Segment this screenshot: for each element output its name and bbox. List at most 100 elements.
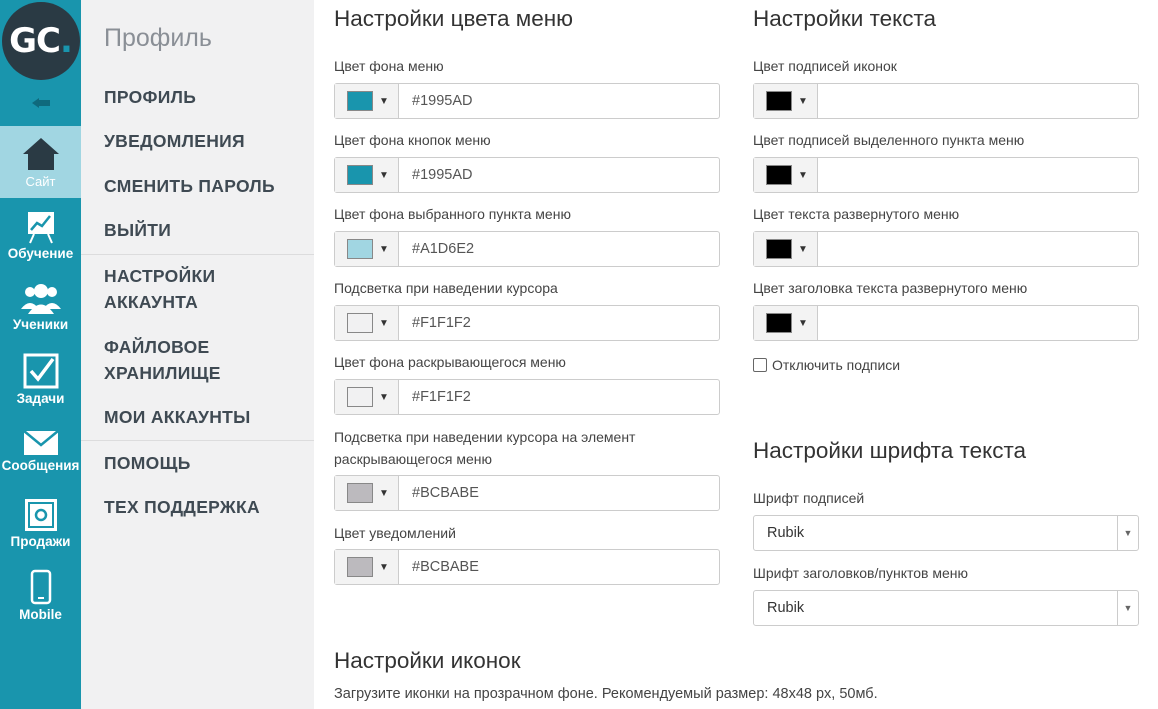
color-swatch-dropdown[interactable]: ▼	[335, 232, 399, 266]
caret-down-icon: ▼	[379, 169, 389, 181]
color-hex-input[interactable]	[818, 232, 1138, 266]
color-swatch	[766, 239, 792, 259]
caret-down-icon: ▼	[379, 391, 389, 403]
captions-font-select[interactable]: Rubik ▼	[753, 515, 1139, 551]
menu-title: Профиль	[104, 24, 212, 52]
caret-down-icon: ▼	[798, 243, 808, 255]
text-settings-title: Настройки текста	[753, 6, 937, 31]
hover-color-picker: ▼ #F1F1F2	[334, 305, 720, 341]
envelope-icon	[22, 429, 59, 455]
expanded-menu-heading-color-picker: ▼	[753, 305, 1139, 341]
selected-item-bg-color-picker: ▼ #A1D6E2	[334, 231, 720, 267]
profile-menu: Профиль ПРОФИЛЬ УВЕДОМЛЕНИЯ СМЕНИТЬ ПАРО…	[81, 0, 314, 709]
color-swatch-dropdown[interactable]: ▼	[335, 476, 399, 510]
color-swatch	[347, 91, 373, 111]
dropdown-bg-color-picker: ▼ #F1F1F2	[334, 379, 720, 415]
color-swatch	[347, 557, 373, 577]
notifications-color-picker: ▼ #BCBABE	[334, 549, 720, 585]
menu-buttons-bg-color-picker: ▼ #1995AD	[334, 157, 720, 193]
menu-item-account-settings[interactable]: НАСТРОЙКИ АККАУНТА	[104, 263, 254, 315]
logo-mark: GC.	[1, 1, 80, 80]
color-swatch-dropdown[interactable]: ▼	[335, 158, 399, 192]
menu-item-notifications[interactable]: УВЕДОМЛЕНИЯ	[104, 128, 245, 154]
sidebar-item-label: Обучение	[7, 245, 74, 261]
color-hex-input[interactable]: #A1D6E2	[399, 232, 719, 266]
color-swatch-dropdown[interactable]: ▼	[754, 232, 818, 266]
sidebar-item-label: Ученики	[12, 316, 69, 332]
color-swatch	[347, 165, 373, 185]
icon-upload-note: Загрузите иконки на прозрачном фоне. Рек…	[334, 686, 878, 702]
icon-sidebar: GC. Сайт Обучение Ученики Задачи Сообщен…	[0, 0, 81, 709]
icon-captions-color-picker: ▼	[753, 83, 1139, 119]
sidebar-item-sales[interactable]: Продажи	[0, 488, 81, 558]
menu-item-my-accounts[interactable]: МОИ АККАУНТЫ	[104, 404, 251, 430]
menu-colors-title: Настройки цвета меню	[334, 6, 574, 31]
color-hex-input[interactable]: #1995AD	[399, 158, 719, 192]
color-swatch-dropdown[interactable]: ▼	[754, 306, 818, 340]
color-swatch-dropdown[interactable]: ▼	[335, 380, 399, 414]
checkbox[interactable]	[753, 358, 767, 372]
menu-item-logout[interactable]: ВЫЙТИ	[104, 217, 171, 243]
dropdown-item-hover-color-picker: ▼ #BCBABE	[334, 475, 720, 511]
color-swatch	[347, 387, 373, 407]
sidebar-item-label: Mobile	[19, 606, 62, 622]
phone-icon	[30, 569, 51, 604]
color-hex-input[interactable]	[818, 158, 1138, 192]
menu-divider	[81, 440, 314, 441]
disable-captions-checkbox[interactable]: Отключить подписи	[753, 357, 900, 373]
sidebar-item-site[interactable]: Сайт	[0, 126, 81, 198]
checkbox-icon	[23, 353, 58, 388]
field-label: Цвет фона раскрывающегося меню	[334, 354, 566, 370]
menu-bg-color-picker: ▼ #1995AD	[334, 83, 720, 119]
menu-item-file-storage[interactable]: ФАЙЛОВОЕ ХРАНИЛИЩЕ	[104, 334, 254, 386]
chart-board-icon	[27, 211, 54, 243]
logo[interactable]: GC.	[0, 0, 81, 81]
sidebar-item-learning[interactable]: Обучение	[0, 200, 81, 270]
icon-settings-title: Настройки иконок	[334, 648, 521, 673]
sidebar-item-students[interactable]: Ученики	[0, 272, 81, 342]
sidebar-item-mobile[interactable]: Mobile	[0, 560, 81, 630]
color-swatch	[347, 313, 373, 333]
checkbox-label: Отключить подписи	[772, 357, 901, 373]
field-label: Шрифт заголовков/пунктов меню	[753, 565, 968, 581]
field-label: Цвет фона меню	[334, 58, 444, 74]
sidebar-item-tasks[interactable]: Задачи	[0, 344, 81, 414]
field-label: Цвет подписей выделенного пункта меню	[753, 132, 1025, 148]
sidebar-item-messages[interactable]: Сообщения	[0, 416, 81, 486]
field-label: Цвет фона кнопок меню	[334, 132, 491, 148]
color-hex-input[interactable]: #BCBABE	[399, 476, 719, 510]
menu-item-profile[interactable]: ПРОФИЛЬ	[104, 84, 196, 110]
menu-item-help[interactable]: ПОМОЩЬ	[104, 450, 191, 476]
caret-down-icon: ▼	[798, 95, 808, 107]
color-swatch-dropdown[interactable]: ▼	[335, 306, 399, 340]
color-swatch	[766, 313, 792, 333]
menu-item-change-password[interactable]: СМЕНИТЬ ПАРОЛЬ	[104, 173, 275, 199]
headings-font-select[interactable]: Rubik ▼	[753, 590, 1139, 626]
expanded-menu-text-color-picker: ▼	[753, 231, 1139, 267]
color-hex-input[interactable]: #F1F1F2	[399, 380, 719, 414]
field-label: Цвет текста развернутого меню	[753, 206, 960, 222]
house-icon	[22, 137, 59, 170]
menu-item-support[interactable]: ТЕХ ПОДДЕРЖКА	[104, 494, 260, 520]
color-hex-input[interactable]	[818, 306, 1138, 340]
color-hex-input[interactable]: #F1F1F2	[399, 306, 719, 340]
color-swatch	[347, 239, 373, 259]
collapse-sidebar-icon[interactable]	[0, 83, 81, 123]
color-hex-input[interactable]: #1995AD	[399, 84, 719, 118]
select-value: Rubik	[767, 525, 805, 541]
sidebar-item-label: Задачи	[16, 390, 65, 406]
field-label: Цвет заголовка текста развернутого меню	[753, 280, 1028, 296]
caret-down-icon: ▼	[798, 169, 808, 181]
color-hex-input[interactable]: #BCBABE	[399, 550, 719, 584]
color-hex-input[interactable]	[818, 84, 1138, 118]
field-label: Цвет фона выбранного пункта меню	[334, 206, 571, 222]
color-swatch-dropdown[interactable]: ▼	[754, 84, 818, 118]
color-swatch-dropdown[interactable]: ▼	[335, 84, 399, 118]
color-swatch-dropdown[interactable]: ▼	[335, 550, 399, 584]
field-label: Цвет уведомлений	[334, 525, 456, 541]
caret-down-icon: ▼	[1117, 591, 1138, 625]
caret-down-icon: ▼	[379, 561, 389, 573]
color-swatch-dropdown[interactable]: ▼	[754, 158, 818, 192]
select-value: Rubik	[767, 600, 805, 616]
field-label: Шрифт подписей	[753, 490, 865, 506]
